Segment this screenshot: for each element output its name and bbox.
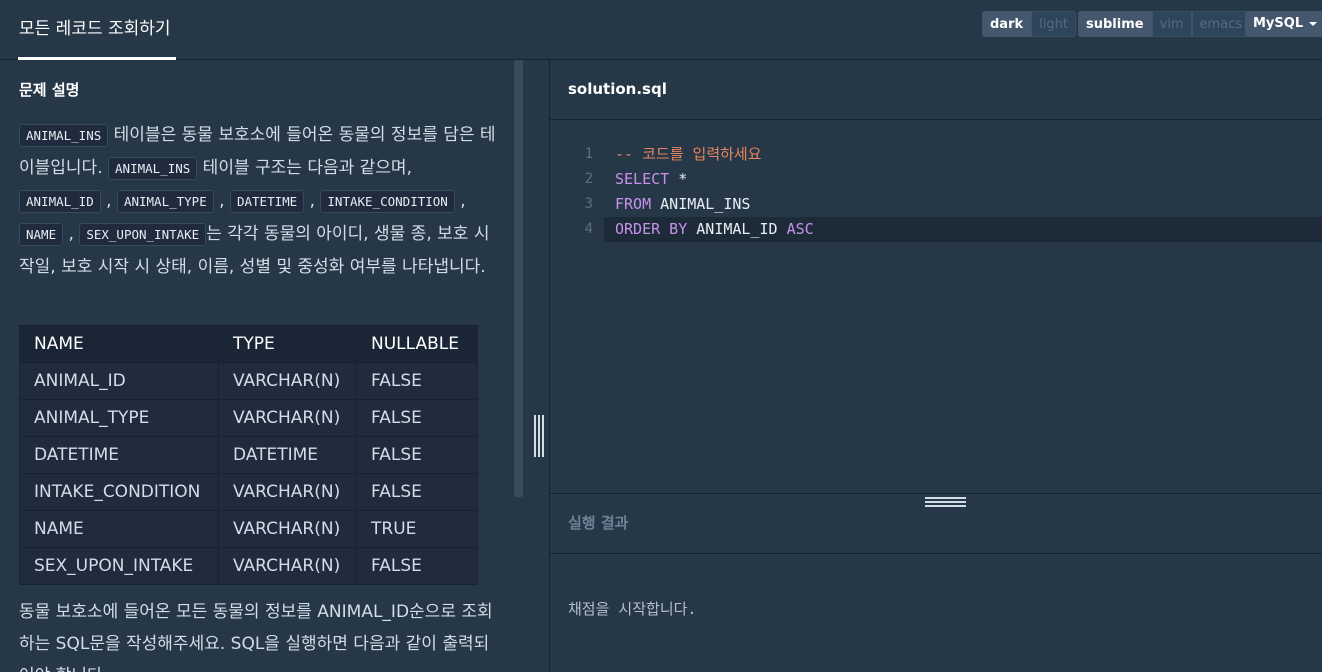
column-header: NAME bbox=[19, 325, 219, 363]
section-title: 문제 설명 bbox=[19, 81, 80, 99]
table-cell: ANIMAL_ID bbox=[19, 362, 219, 400]
problem-title-tab[interactable]: 모든 레코드 조회하기 bbox=[18, 0, 176, 60]
table-row: NAME VARCHAR(N) TRUE bbox=[19, 510, 478, 548]
line-number: 2 bbox=[584, 171, 593, 187]
pane-splitter[interactable] bbox=[525, 60, 550, 672]
code-tag: ANIMAL_TYPE bbox=[116, 190, 214, 213]
sql-keyword: ASC bbox=[786, 220, 814, 238]
code-line[interactable]: 2 SELECT * bbox=[550, 167, 1322, 192]
table-row: ANIMAL_TYPE VARCHAR(N) FALSE bbox=[19, 399, 478, 437]
caret-down-icon bbox=[1309, 21, 1318, 26]
table-cell: SEX_UPON_INTAKE bbox=[19, 547, 219, 585]
code-line[interactable]: 1 -- 코드를 입력하세요 bbox=[550, 142, 1322, 167]
sql-keyword: FROM bbox=[615, 195, 652, 213]
sql-text: ANIMAL_INS bbox=[651, 195, 751, 213]
language-label: MySQL bbox=[1253, 16, 1304, 31]
file-tab[interactable]: solution.sql bbox=[550, 60, 1322, 120]
table-cell: VARCHAR(N) bbox=[218, 362, 357, 400]
column-header: NULLABLE bbox=[356, 325, 478, 363]
table-cell: DATETIME bbox=[218, 436, 357, 474]
problem-panel: 문제 설명 ANIMAL_INS 테이블은 동물 보호소에 들어온 동물의 정보… bbox=[0, 60, 525, 672]
table-cell: VARCHAR(N) bbox=[218, 473, 357, 511]
page-title: 모든 레코드 조회하기 bbox=[19, 19, 171, 39]
editor-panel: solution.sql 1 -- 코드를 입력하세요 2 SELECT * 3… bbox=[550, 60, 1322, 672]
table-row: ANIMAL_ID VARCHAR(N) FALSE bbox=[19, 362, 478, 400]
theme-light-button[interactable]: light bbox=[1031, 11, 1076, 37]
code-editor[interactable]: 1 -- 코드를 입력하세요 2 SELECT * 3 FROM ANIMAL_… bbox=[550, 120, 1322, 494]
file-name: solution.sql bbox=[568, 80, 667, 98]
schema-table: NAME TYPE NULLABLE ANIMAL_ID VARCHAR(N) … bbox=[19, 325, 478, 585]
table-cell: VARCHAR(N) bbox=[218, 399, 357, 437]
resize-handle-icon[interactable] bbox=[925, 497, 966, 509]
theme-dark-button[interactable]: dark bbox=[982, 11, 1032, 37]
code-line-current[interactable]: 4 ORDER BY ANIMAL_ID ASC bbox=[585, 217, 1322, 242]
table-row: DATETIME DATETIME FALSE bbox=[19, 436, 478, 474]
result-title: 실행 결과 bbox=[568, 514, 629, 532]
code-line[interactable]: 3 FROM ANIMAL_INS bbox=[550, 192, 1322, 217]
code-tag: NAME bbox=[19, 223, 64, 246]
line-number: 1 bbox=[584, 146, 593, 162]
desc-text: 테이블 구조는 다음과 같으며, bbox=[197, 158, 412, 178]
table-cell: FALSE bbox=[356, 436, 478, 474]
sql-text: ANIMAL_ID bbox=[687, 220, 787, 238]
table-cell: VARCHAR(N) bbox=[218, 547, 357, 585]
problem-description: ANIMAL_INS 테이블은 동물 보호소에 들어온 동물의 정보를 담은 테… bbox=[19, 124, 496, 277]
sql-keyword: SELECT bbox=[615, 170, 670, 188]
code-tag: ANIMAL_INS bbox=[108, 157, 198, 180]
keymap-sublime-button[interactable]: sublime bbox=[1078, 11, 1152, 37]
table-cell: FALSE bbox=[356, 362, 478, 400]
code-tag: ANIMAL_ID bbox=[19, 190, 101, 213]
drag-handle-icon[interactable] bbox=[534, 415, 546, 457]
language-dropdown[interactable]: MySQL bbox=[1245, 11, 1322, 37]
table-cell: FALSE bbox=[356, 547, 478, 585]
table-cell: NAME bbox=[19, 510, 219, 548]
column-header: TYPE bbox=[218, 325, 357, 363]
code-comment: -- 코드를 입력하세요 bbox=[615, 145, 762, 163]
code-tag: DATETIME bbox=[229, 190, 305, 213]
table-header-row: NAME TYPE NULLABLE bbox=[19, 325, 478, 363]
line-number: 3 bbox=[584, 196, 593, 212]
keymap-emacs-button[interactable]: emacs bbox=[1191, 11, 1251, 37]
line-number: 4 bbox=[584, 221, 593, 237]
table-cell: FALSE bbox=[356, 473, 478, 511]
theme-toggle: dark light bbox=[982, 11, 1076, 37]
code-tag: SEX_UPON_INTAKE bbox=[79, 223, 207, 246]
result-message: 채점을 시작합니다. bbox=[568, 600, 697, 618]
sql-text: * bbox=[669, 170, 688, 188]
code-tag: INTAKE_CONDITION bbox=[320, 190, 455, 213]
table-cell: INTAKE_CONDITION bbox=[19, 473, 219, 511]
top-bar: 모든 레코드 조회하기 dark light sublime vim emacs… bbox=[0, 0, 1322, 60]
table-row: SEX_UPON_INTAKE VARCHAR(N) FALSE bbox=[19, 547, 478, 585]
keymap-vim-button[interactable]: vim bbox=[1151, 11, 1192, 37]
problem-description-2: 동물 보호소에 들어온 모든 동물의 정보를 ANIMAL_ID순으로 조회하는… bbox=[19, 602, 493, 672]
code-tag: ANIMAL_INS bbox=[19, 124, 109, 147]
table-cell: TRUE bbox=[356, 510, 478, 548]
sql-keyword: ORDER BY bbox=[615, 220, 688, 238]
keymap-toggle: sublime vim emacs bbox=[1078, 11, 1251, 37]
table-row: INTAKE_CONDITION VARCHAR(N) FALSE bbox=[19, 473, 478, 511]
table-cell: DATETIME bbox=[19, 436, 219, 474]
table-cell: VARCHAR(N) bbox=[218, 510, 357, 548]
table-cell: FALSE bbox=[356, 399, 478, 437]
table-cell: ANIMAL_TYPE bbox=[19, 399, 219, 437]
scrollbar[interactable] bbox=[514, 60, 523, 497]
